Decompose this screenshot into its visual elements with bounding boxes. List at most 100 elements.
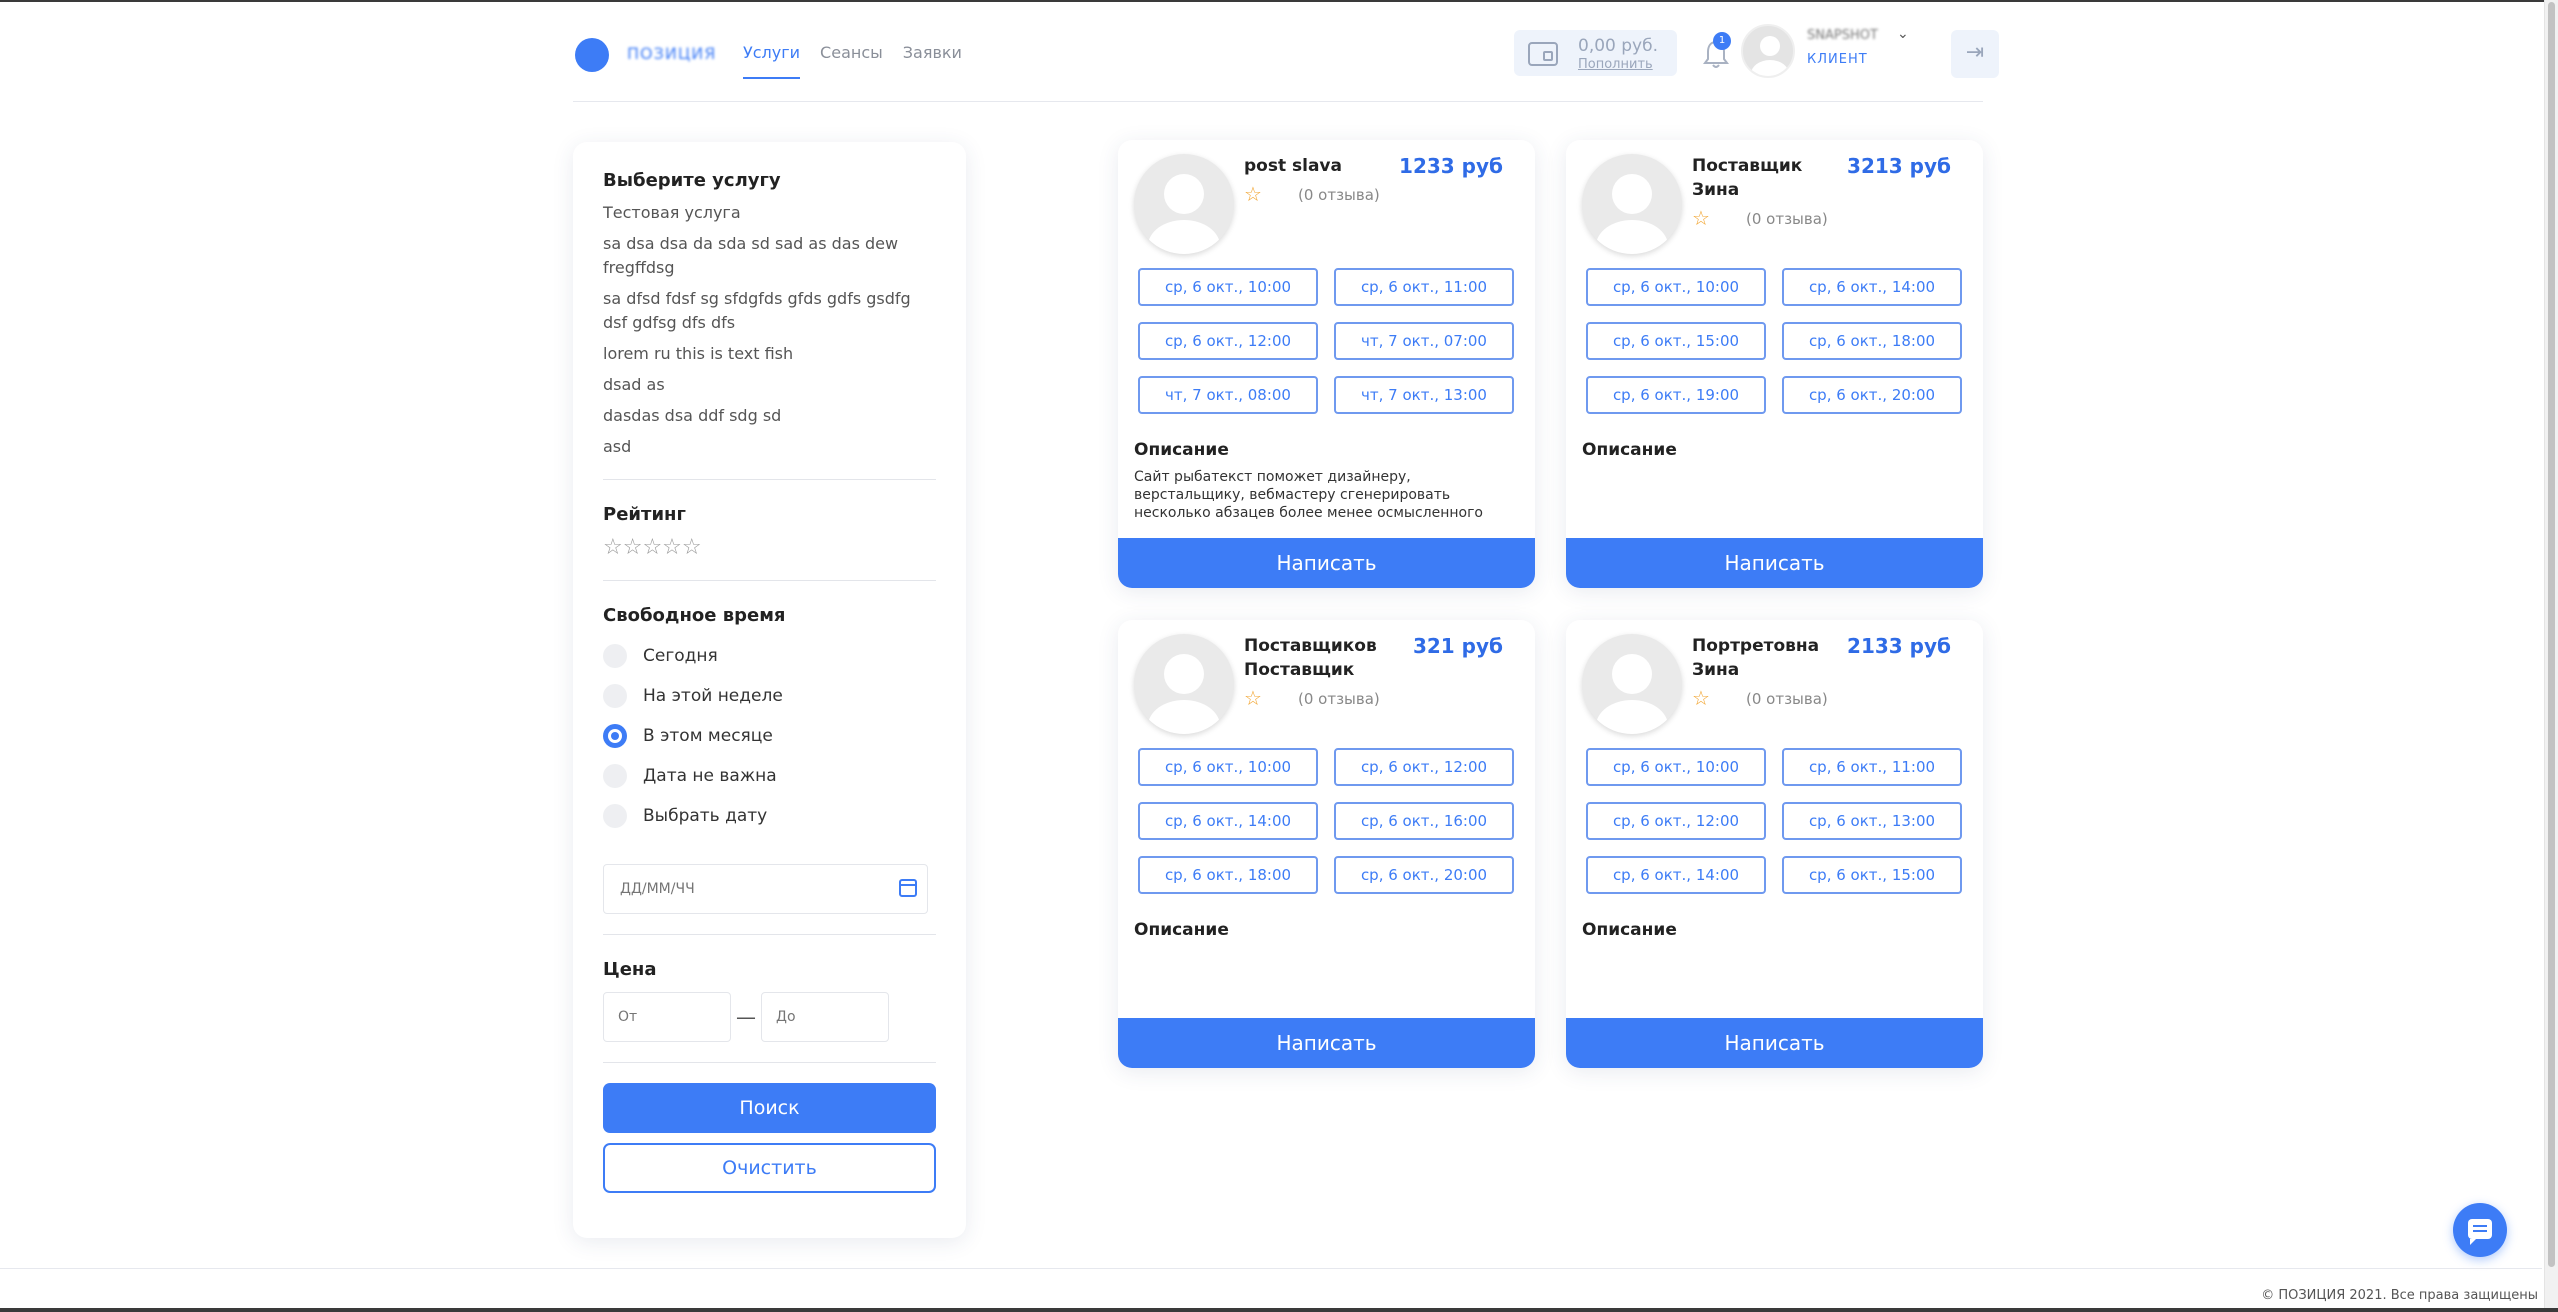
time-slot-button[interactable]: чт, 7 окт., 13:00 — [1334, 376, 1514, 414]
write-button[interactable]: Написать — [1566, 538, 1983, 588]
write-button[interactable]: Написать — [1118, 538, 1535, 588]
time-slot-button[interactable]: ср, 6 окт., 20:00 — [1334, 856, 1514, 894]
user-avatar[interactable] — [1741, 24, 1795, 78]
radio-button[interactable] — [603, 764, 627, 788]
time-slots: ср, 6 окт., 10:00 ср, 6 окт., 11:00 ср, … — [1586, 748, 1962, 894]
time-slot-button[interactable]: ср, 6 окт., 13:00 — [1782, 802, 1962, 840]
rating-stars[interactable]: ☆☆☆☆☆ — [603, 535, 936, 560]
footer-divider — [0, 1268, 2542, 1269]
time-slot-button[interactable]: чт, 7 окт., 07:00 — [1334, 322, 1514, 360]
divider — [603, 934, 936, 935]
time-slot-button[interactable]: ср, 6 окт., 15:00 — [1586, 322, 1766, 360]
service-item[interactable]: dasdas dsa ddf sdg sd — [603, 404, 936, 428]
time-slots: ср, 6 окт., 10:00 ср, 6 окт., 14:00 ср, … — [1586, 268, 1962, 414]
nav-services[interactable]: Услуги — [743, 43, 801, 79]
reviews-count[interactable]: (0 отзыва) — [1298, 690, 1380, 708]
window-bottom-border — [0, 1308, 2558, 1312]
provider-avatar[interactable] — [1582, 154, 1682, 254]
radio-button[interactable] — [603, 804, 627, 828]
top-header: ПОЗИЦИЯ Услуги Сеансы Заявки 0,00 руб. П… — [573, 20, 1999, 102]
time-slots: ср, 6 окт., 10:00 ср, 6 окт., 11:00 ср, … — [1138, 268, 1514, 414]
time-slot-button[interactable]: ср, 6 окт., 10:00 — [1586, 748, 1766, 786]
time-slot-button[interactable]: ср, 6 окт., 16:00 — [1334, 802, 1514, 840]
service-item[interactable]: dsad as — [603, 373, 936, 397]
service-item[interactable]: lorem ru this is text fish — [603, 342, 936, 366]
service-item[interactable]: sa dfsd fdsf sg sfdgfds gfds gdfs gsdfg … — [603, 287, 936, 335]
time-slot-button[interactable]: ср, 6 окт., 10:00 — [1138, 748, 1318, 786]
radio-button[interactable] — [603, 644, 627, 668]
time-option-any[interactable]: Дата не важна — [603, 756, 936, 796]
time-slot-button[interactable]: ср, 6 окт., 20:00 — [1782, 376, 1962, 414]
time-option-month[interactable]: В этом месяце — [603, 716, 936, 756]
reviews-count[interactable]: (0 отзыва) — [1746, 210, 1828, 228]
chevron-down-icon[interactable]: ⌄ — [1897, 26, 1909, 42]
radio-button-checked[interactable] — [603, 724, 627, 748]
time-slot-button[interactable]: ср, 6 окт., 10:00 — [1138, 268, 1318, 306]
provider-name[interactable]: Поставщиков Поставщик — [1244, 634, 1394, 682]
time-slot-button[interactable]: чт, 7 окт., 08:00 — [1138, 376, 1318, 414]
provider-card: post slava 1233 руб ☆ (0 отзыва) ср, 6 о… — [1118, 140, 1535, 588]
time-slot-button[interactable]: ср, 6 окт., 11:00 — [1334, 268, 1514, 306]
logout-icon[interactable]: ⇥ — [1951, 30, 1999, 78]
time-slot-button[interactable]: ср, 6 окт., 14:00 — [1782, 268, 1962, 306]
window-top-border — [0, 0, 2558, 2]
time-slot-button[interactable]: ср, 6 окт., 15:00 — [1782, 856, 1962, 894]
time-option-today[interactable]: Сегодня — [603, 636, 936, 676]
service-item[interactable]: asd — [603, 435, 936, 459]
service-item[interactable]: sa dsa dsa da sda sd sad as das dew freg… — [603, 232, 936, 280]
reviews-count[interactable]: (0 отзыва) — [1746, 690, 1828, 708]
provider-name[interactable]: post slava — [1244, 154, 1394, 178]
date-input[interactable] — [604, 865, 884, 913]
time-slot-button[interactable]: ср, 6 окт., 12:00 — [1334, 748, 1514, 786]
wallet-widget[interactable]: 0,00 руб. Пополнить — [1514, 30, 1677, 76]
time-slot-button[interactable]: ср, 6 окт., 18:00 — [1782, 322, 1962, 360]
scrollbar-thumb[interactable] — [2548, 2, 2555, 1267]
price-from-input[interactable] — [603, 992, 731, 1042]
provider-card: Поставщиков Поставщик 321 руб ☆ (0 отзыв… — [1118, 620, 1535, 1068]
footer-copyright: © ПОЗИЦИЯ 2021. Все права защищены — [2261, 1288, 2538, 1303]
time-option-label: На этой неделе — [643, 686, 783, 706]
user-name[interactable]: SNAPSHOT — [1807, 28, 1878, 43]
calendar-icon[interactable] — [899, 879, 917, 897]
search-button[interactable]: Поиск — [603, 1083, 936, 1133]
logo-text[interactable]: ПОЗИЦИЯ — [627, 44, 716, 63]
time-option-week[interactable]: На этой неделе — [603, 676, 936, 716]
time-slot-button[interactable]: ср, 6 окт., 12:00 — [1138, 322, 1318, 360]
time-slot-button[interactable]: ср, 6 окт., 19:00 — [1586, 376, 1766, 414]
write-button[interactable]: Написать — [1566, 1018, 1983, 1068]
divider — [603, 479, 936, 480]
provider-avatar[interactable] — [1582, 634, 1682, 734]
time-option-pick-date[interactable]: Выбрать дату — [603, 796, 936, 836]
time-slot-button[interactable]: ср, 6 окт., 10:00 — [1586, 268, 1766, 306]
nav-requests[interactable]: Заявки — [903, 43, 962, 79]
nav-sessions[interactable]: Сеансы — [820, 43, 883, 79]
provider-price: 1233 руб — [1399, 154, 1503, 178]
time-slot-button[interactable]: ср, 6 окт., 14:00 — [1586, 856, 1766, 894]
description-title: Описание — [1134, 920, 1229, 940]
clear-button[interactable]: Очистить — [603, 1143, 936, 1193]
chat-button[interactable] — [2453, 1203, 2507, 1257]
reviews-count[interactable]: (0 отзыва) — [1298, 186, 1380, 204]
time-option-label: Выбрать дату — [643, 806, 768, 826]
price-to-input[interactable] — [761, 992, 889, 1042]
price-filter-title: Цена — [603, 959, 657, 980]
chat-icon — [2468, 1219, 2492, 1245]
page-scrollbar[interactable] — [2544, 0, 2558, 1312]
write-button[interactable]: Написать — [1118, 1018, 1535, 1068]
wallet-icon — [1528, 42, 1558, 66]
provider-avatar[interactable] — [1134, 154, 1234, 254]
provider-name[interactable]: Портретовна Зина — [1692, 634, 1842, 682]
provider-avatar[interactable] — [1134, 634, 1234, 734]
description-title: Описание — [1134, 440, 1229, 460]
radio-button[interactable] — [603, 684, 627, 708]
logo-icon[interactable] — [575, 38, 609, 72]
service-item[interactable]: Тестовая услуга — [603, 201, 936, 225]
service-filter-title: Выберите услугу — [603, 170, 781, 191]
price-dash: — — [736, 1005, 756, 1029]
time-slot-button[interactable]: ср, 6 окт., 14:00 — [1138, 802, 1318, 840]
time-slot-button[interactable]: ср, 6 окт., 18:00 — [1138, 856, 1318, 894]
time-slot-button[interactable]: ср, 6 окт., 11:00 — [1782, 748, 1962, 786]
wallet-topup-link[interactable]: Пополнить — [1578, 57, 1653, 72]
time-slot-button[interactable]: ср, 6 окт., 12:00 — [1586, 802, 1766, 840]
provider-name[interactable]: Поставщик Зина — [1692, 154, 1842, 202]
